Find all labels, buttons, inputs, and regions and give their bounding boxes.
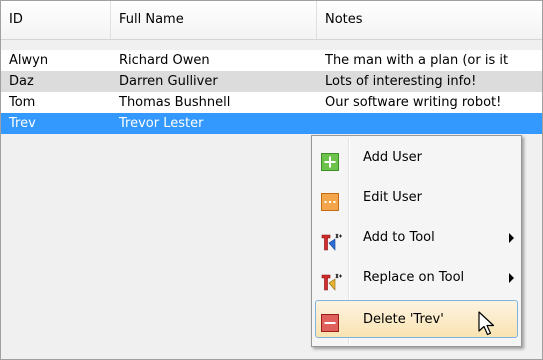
column-header-notes[interactable]: Notes: [317, 1, 542, 39]
tool-icon: [321, 229, 342, 251]
menu-item-add-user[interactable]: Add User: [315, 139, 518, 177]
grid-header: ID Full Name Notes: [1, 1, 542, 40]
menu-item-label: Delete 'Trev': [363, 312, 444, 327]
mouse-cursor-icon: [478, 311, 495, 336]
cell-notes: Lots of interesting info!: [325, 74, 477, 89]
menu-item-label: Add to Tool: [363, 230, 435, 245]
add-user-icon: [321, 149, 339, 171]
table-row-selected[interactable]: Trev Trevor Lester: [1, 113, 542, 134]
cell-id: Tom: [9, 95, 36, 110]
menu-item-label: Add User: [363, 150, 422, 165]
cell-full-name: Richard Owen: [119, 53, 210, 68]
cell-id: Daz: [9, 74, 34, 89]
cell-id: Alwyn: [9, 53, 49, 68]
column-header-id[interactable]: ID: [1, 1, 111, 39]
cell-full-name: Darren Gulliver: [119, 74, 218, 89]
table-row[interactable]: Daz Darren Gulliver Lots of interesting …: [1, 71, 542, 92]
menu-item-label: Edit User: [363, 190, 422, 205]
delete-user-icon: [321, 310, 339, 332]
table-row[interactable]: Tom Thomas Bushnell Our software writing…: [1, 92, 542, 113]
column-header-full-name[interactable]: Full Name: [111, 1, 317, 39]
cell-notes: Our software writing robot!: [325, 95, 502, 110]
table-row[interactable]: Alwyn Richard Owen The man with a plan (…: [1, 50, 542, 71]
cell-notes: [317, 113, 542, 134]
cell-full-name: Thomas Bushnell: [119, 95, 231, 110]
menu-item-replace-on-tool[interactable]: Replace on Tool: [315, 259, 518, 297]
submenu-arrow-icon: [509, 273, 514, 283]
tool-icon: [321, 269, 342, 291]
cell-id: Trev: [9, 116, 36, 131]
submenu-arrow-icon: [509, 233, 514, 243]
menu-item-label: Replace on Tool: [363, 270, 465, 285]
edit-user-icon: [321, 189, 339, 211]
cell-notes: The man with a plan (or is it: [325, 53, 509, 68]
menu-item-edit-user[interactable]: Edit User: [315, 179, 518, 217]
cell-full-name: Trevor Lester: [119, 116, 204, 131]
menu-item-add-to-tool[interactable]: Add to Tool: [315, 219, 518, 257]
